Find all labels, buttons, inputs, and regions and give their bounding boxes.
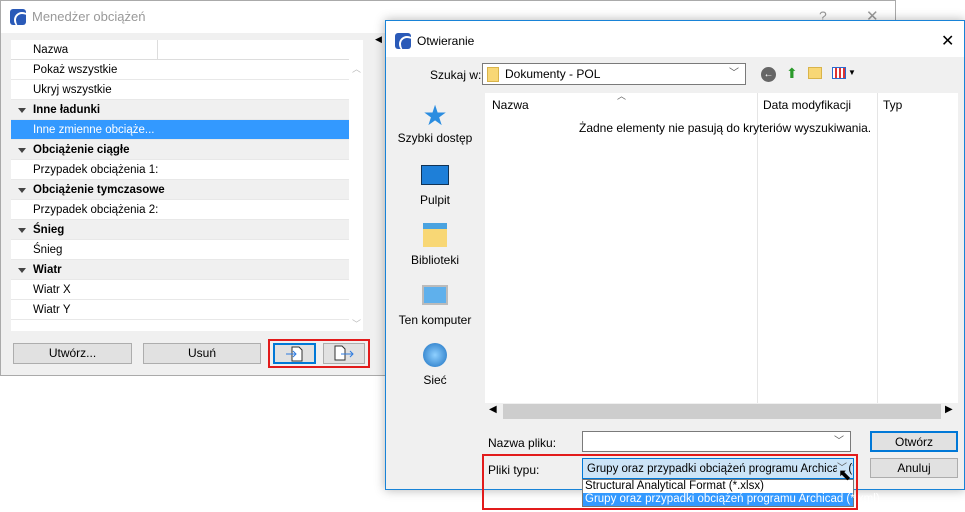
scrollbar-thumb[interactable]	[503, 404, 941, 419]
open-button[interactable]: Otwórz	[870, 431, 958, 452]
list-item[interactable]: Inne zmienne obciąże...	[11, 120, 349, 140]
look-in-label: Szukaj w:	[430, 68, 482, 82]
chevron-down-icon: ﹀	[729, 68, 739, 79]
filename-input[interactable]: ﹀	[582, 431, 851, 452]
horizontal-scrollbar[interactable]: ◀ ▶	[485, 403, 958, 420]
list-group-header[interactable]: Wiatr	[11, 260, 349, 280]
place-network[interactable]: Sieć	[392, 341, 478, 387]
list-group-header[interactable]: Obciążenie tymczasowe	[11, 180, 349, 200]
computer-icon	[422, 285, 448, 305]
list-item[interactable]: Śnieg	[11, 240, 349, 260]
list-item[interactable]: Pokaż wszystkie	[11, 60, 349, 80]
chevron-down-icon: ﹀	[834, 436, 844, 447]
scroll-down-icon[interactable]: ﹀	[352, 317, 361, 330]
view-dropdown-icon[interactable]: ▼	[848, 68, 856, 77]
column-header-name[interactable]: Nazwa	[33, 44, 68, 56]
close-button[interactable]: ✕	[941, 31, 954, 51]
highlight-frame	[268, 339, 370, 368]
archicad-logo-icon	[395, 33, 411, 49]
open-dialog: Otwieranie ✕ Szukaj w: Dokumenty - POL ﹀…	[385, 20, 965, 510]
list-item[interactable]: Wiatr X	[11, 280, 349, 300]
column-divider	[877, 93, 878, 403]
empty-message: Żadne elementy nie pasują do kryteriów w…	[579, 121, 872, 135]
list-header: Nazwa	[11, 40, 349, 60]
column-divider	[757, 93, 758, 403]
place-this-pc[interactable]: Ten komputer	[392, 281, 478, 327]
new-folder-icon[interactable]	[808, 67, 822, 79]
dialog-title: Otwieranie	[417, 34, 475, 48]
scroll-up-icon[interactable]: ︿	[352, 62, 361, 75]
collapse-arrow-icon[interactable]: ◀	[375, 34, 382, 45]
column-header-name[interactable]: Nazwa	[492, 98, 529, 112]
place-libraries[interactable]: Biblioteki	[392, 221, 478, 267]
list-item[interactable]: Przypadek obciążenia 2:	[11, 200, 349, 220]
highlight-frame	[482, 454, 858, 510]
list-item[interactable]: Przypadek obciążenia 1:	[11, 160, 349, 180]
view-menu-icon[interactable]	[832, 67, 846, 79]
column-header-date[interactable]: Data modyfikacji	[763, 98, 851, 112]
list-group-header[interactable]: Obciążenie ciągłe	[11, 140, 349, 160]
file-list[interactable]: ︿ Nazwa Data modyfikacji Typ Żadne eleme…	[485, 91, 958, 420]
list-group-header[interactable]: Śnieg	[11, 220, 349, 240]
star-icon: ★	[422, 100, 448, 131]
network-icon	[423, 343, 447, 367]
title-bar: Otwieranie ✕	[386, 21, 964, 57]
up-folder-icon[interactable]: ⬆	[786, 65, 798, 82]
archicad-logo-icon	[10, 9, 26, 25]
load-list: Nazwa Pokaż wszystkie Ukryj wszystkie Inne…	[11, 40, 363, 331]
scroll-left-icon[interactable]: ◀	[489, 404, 497, 415]
window-title: Menedżer obciążeń	[32, 9, 146, 24]
folder-icon	[487, 67, 499, 83]
vertical-scrollbar[interactable]: ︿ ﹀	[349, 60, 363, 331]
place-quick-access[interactable]: ★ Szybki dostęp	[392, 100, 478, 146]
look-in-combo[interactable]: Dokumenty - POL ﹀	[482, 63, 746, 85]
places-bar: ★ Szybki dostęp Pulpit Biblioteki Ten kom…	[392, 93, 479, 421]
filename-label: Nazwa pliku:	[488, 436, 557, 450]
column-divider	[157, 40, 158, 60]
column-header-type[interactable]: Typ	[883, 98, 902, 112]
desktop-icon	[421, 165, 449, 185]
cancel-button[interactable]: Anuluj	[870, 458, 958, 478]
create-button[interactable]: Utwórz...	[13, 343, 132, 364]
place-desktop[interactable]: Pulpit	[392, 161, 478, 207]
list-item[interactable]: Ukryj wszystkie	[11, 80, 349, 100]
list-group-header[interactable]: Inne ładunki	[11, 100, 349, 120]
list-item[interactable]: Wiatr Y	[11, 300, 349, 320]
scroll-right-icon[interactable]: ▶	[945, 404, 953, 415]
look-in-value: Dokumenty - POL	[505, 67, 601, 81]
back-icon[interactable]: ←	[761, 67, 776, 82]
delete-button[interactable]: Usuń	[143, 343, 261, 364]
sort-up-icon: ︿	[617, 91, 627, 101]
libraries-icon	[423, 223, 447, 247]
